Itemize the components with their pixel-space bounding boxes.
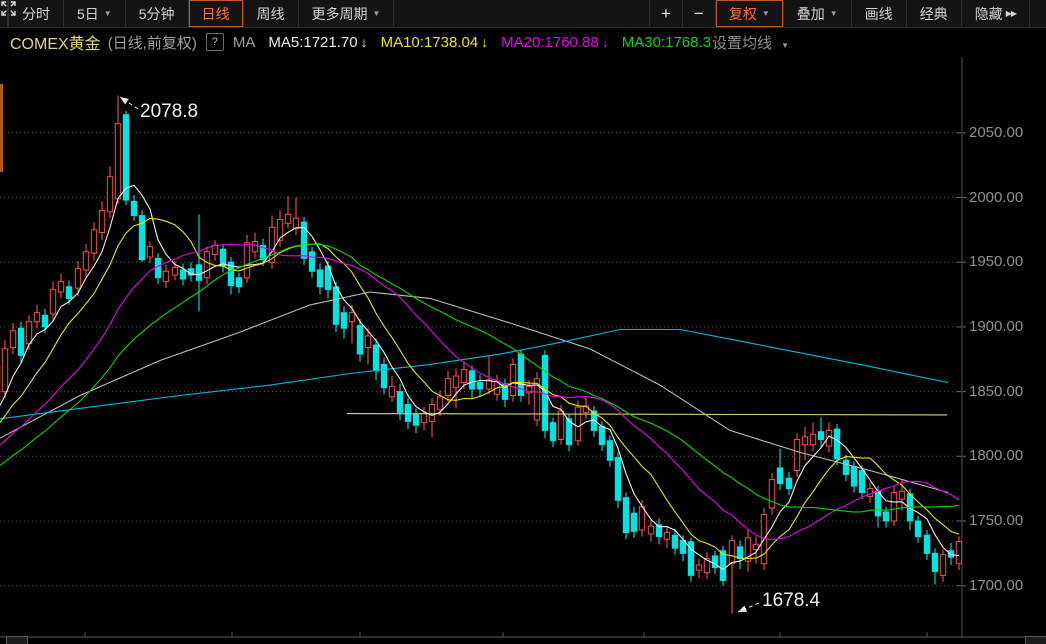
ma-legend-value: MA30:1768.3 — [621, 33, 711, 51]
price-axis-label: 1700.00 — [969, 576, 1024, 594]
toolbar-button-label: 复权 — [728, 5, 757, 22]
period-button-group: 分时 5日 ▼ 5分钟 日线 周线 更多周期 ▼ — [8, 0, 395, 27]
scrollbar-fragment-right[interactable] — [1025, 636, 1046, 644]
ma-down-arrow-icon: ↓ — [360, 33, 368, 50]
toolbar-button-label: 隐藏 — [974, 5, 1003, 22]
price-axis-label: 1850.00 — [969, 382, 1024, 400]
ma-legend-value: MA20:1760.88 — [501, 33, 599, 51]
caret-down-icon: ▼ — [829, 9, 838, 18]
ma-legend-value: MA5:1721.70 — [268, 33, 358, 51]
toolbar-button-复权[interactable]: 复权 ▼ — [716, 0, 784, 27]
long-ma-gray — [0, 291, 949, 494]
ma-legend-item: MA10:1738.04 ↓ — [381, 34, 489, 51]
price-axis-label: 1900.00 — [969, 317, 1024, 335]
ma-down-arrow-icon: ↓ — [481, 33, 489, 50]
caret-down-icon: ▼ — [761, 9, 770, 18]
expand-icon[interactable] — [1, 0, 1046, 27]
caret-down-icon: ▼ — [372, 9, 381, 18]
ma-settings-button[interactable]: 设置均线 ▼ — [712, 32, 789, 53]
toolbar-button-label: 分时 — [22, 5, 50, 22]
tools-button-group: + − 复权 ▼ 叠加 ▼ 画线 经典 隐藏 ▶▶ — [1, 0, 1046, 27]
ma-legend-items: MA5:1721.70 ↓ MA10:1738.04 ↓ MA20:1760.88 ↓ MA… — [255, 34, 711, 51]
price-axis-label: 2050.00 — [969, 123, 1024, 141]
candlestick-chart[interactable] — [0, 0, 1046, 644]
toolbar-button-+[interactable]: + — [648, 0, 683, 27]
toolbar-button-5日[interactable]: 5日 ▼ — [64, 0, 126, 27]
toolbar-button-label: 叠加 — [796, 5, 825, 22]
toolbar-button-label: − — [693, 3, 704, 23]
ma-legend-value: MA10:1738.04 — [380, 33, 479, 51]
price-axis-label: 1800.00 — [969, 447, 1024, 465]
toolbar-button-label: + — [660, 3, 671, 23]
toolbar-button-label: 日线 — [201, 5, 230, 22]
ma-down-arrow-icon: ↓ — [601, 33, 609, 50]
chart-mode: (日线,前复权) — [107, 34, 197, 52]
toolbar-button-label: 周线 — [256, 5, 285, 22]
toolbar-button-5分钟[interactable]: 5分钟 — [126, 0, 189, 27]
double-chevron-right-icon: ▶▶ — [1005, 9, 1017, 18]
chart-legend: COMEX黄金 (日线,前复权) ? MA MA5:1721.70 ↓ MA10:1… — [10, 30, 789, 54]
toolbar-button-隐藏[interactable]: 隐藏 ▶▶ — [962, 0, 1030, 27]
toolbar-button-label: 更多周期 — [311, 5, 368, 22]
toolbar-button-周线[interactable]: 周线 — [244, 0, 299, 27]
ma-legend-item: MA20:1760.88 ↓ — [501, 34, 609, 51]
ma-legend-item: MA5:1721.70 ↓ — [268, 34, 367, 51]
toolbar-button-经典[interactable]: 经典 — [907, 0, 962, 27]
symbol-name: COMEX黄金 — [10, 36, 101, 53]
toolbar-button-画线[interactable]: 画线 — [852, 0, 907, 27]
ma-prefix: MA — [232, 33, 256, 51]
ma-settings-label: 设置均线 — [711, 34, 772, 52]
price-axis-label: 1950.00 — [969, 253, 1024, 271]
toolbar-button-叠加[interactable]: 叠加 ▼ — [784, 0, 852, 27]
toolbar-button-−[interactable]: − — [683, 0, 716, 27]
toolbar-button-label: 5日 — [77, 5, 99, 22]
caret-down-icon: ▼ — [103, 9, 112, 18]
price-axis-label: 1750.00 — [969, 512, 1024, 529]
toolbar-button-日线[interactable]: 日线 — [189, 0, 244, 27]
price-axis-label: 2000.00 — [969, 188, 1024, 206]
toolbar-button-label: 画线 — [864, 5, 893, 22]
caret-down-icon: ▼ — [781, 40, 790, 50]
price-annotation: 2078.8 — [140, 101, 199, 122]
scrollbar-fragment-left[interactable] — [6, 636, 28, 644]
kline-app: 分时 5日 ▼ 5分钟 日线 周线 更多周期 ▼ + − 复权 ▼ 叠加 ▼ 画线 经典 隐藏 ▶▶ COMEX… — [0, 0, 1046, 644]
toolbar-button-更多周期[interactable]: 更多周期 ▼ — [299, 0, 395, 27]
toolbar: 分时 5日 ▼ 5分钟 日线 周线 更多周期 ▼ + − 复权 ▼ 叠加 ▼ 画线 经典 隐藏 ▶▶ — [0, 0, 1046, 28]
help-icon[interactable]: ? — [205, 33, 224, 51]
price-annotation: 1678.4 — [762, 590, 821, 611]
toolbar-button-label: 5分钟 — [138, 5, 175, 22]
ma-legend-item: MA30:1768.3 — [622, 34, 711, 51]
left-edge-marker — [0, 84, 3, 172]
toolbar-button-label: 经典 — [919, 5, 948, 22]
